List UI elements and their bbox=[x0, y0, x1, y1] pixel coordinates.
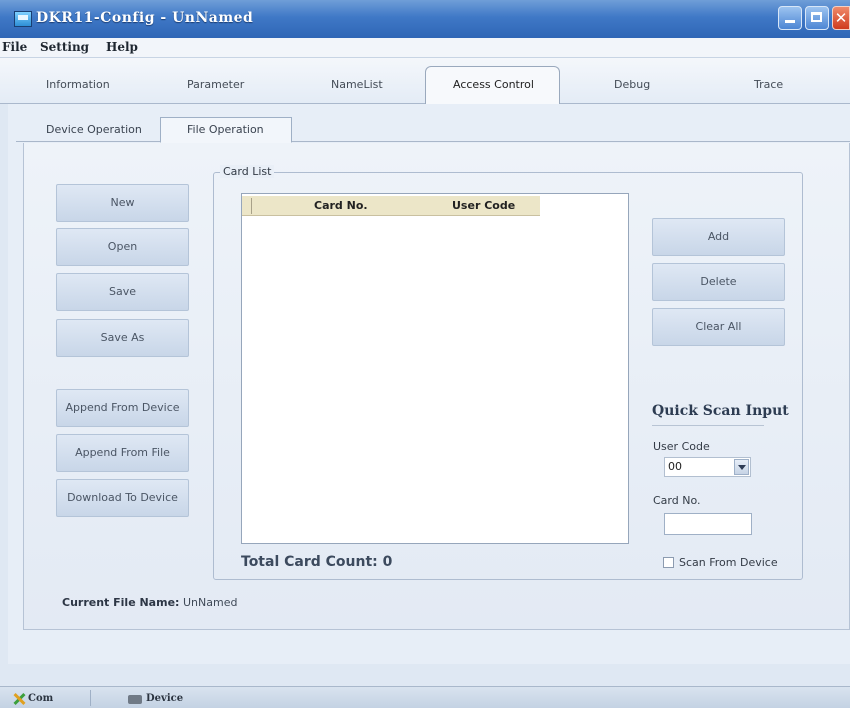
device-icon bbox=[128, 695, 142, 704]
user-code-value: 00 bbox=[668, 460, 682, 473]
append-from-file-button[interactable]: Append From File bbox=[56, 434, 189, 472]
tab-trace[interactable]: Trace bbox=[754, 78, 783, 91]
status-separator bbox=[90, 690, 91, 706]
append-from-device-button[interactable]: Append From Device bbox=[56, 389, 189, 427]
total-card-count: Total Card Count: 0 bbox=[241, 554, 392, 570]
maximize-button[interactable] bbox=[805, 6, 829, 30]
quick-scan-title: Quick Scan Input bbox=[652, 403, 789, 419]
tab-information[interactable]: Information bbox=[46, 78, 110, 91]
clear-all-button[interactable]: Clear All bbox=[652, 308, 785, 346]
quick-scan-divider bbox=[652, 425, 764, 426]
status-device: Device bbox=[146, 693, 184, 704]
tab-access-control[interactable]: Access Control bbox=[453, 78, 534, 91]
window-title: DKR11-Config - UnNamed bbox=[36, 10, 254, 26]
scan-from-device-checkbox[interactable] bbox=[663, 557, 674, 568]
current-file-name-label: Current File Name: bbox=[62, 596, 180, 609]
chevron-down-icon[interactable] bbox=[734, 459, 749, 475]
com-port-icon bbox=[14, 694, 24, 704]
save-as-button[interactable]: Save As bbox=[56, 319, 189, 357]
user-code-label: User Code bbox=[653, 440, 710, 453]
tab-debug[interactable]: Debug bbox=[614, 78, 650, 91]
current-file-name-value: UnNamed bbox=[183, 596, 238, 609]
scan-from-device-label[interactable]: Scan From Device bbox=[679, 556, 778, 569]
menu-setting[interactable]: Setting bbox=[40, 40, 89, 54]
app-icon bbox=[14, 11, 32, 27]
minimize-button[interactable] bbox=[778, 6, 802, 30]
column-header-user-code[interactable]: User Code bbox=[452, 199, 515, 212]
column-header-card-no[interactable]: Card No. bbox=[314, 199, 368, 212]
subtab-device-operation[interactable]: Device Operation bbox=[46, 123, 142, 136]
menu-file[interactable]: File bbox=[2, 40, 27, 54]
subtab-file-operation[interactable]: File Operation bbox=[187, 123, 264, 136]
card-no-label: Card No. bbox=[653, 494, 701, 507]
delete-button[interactable]: Delete bbox=[652, 263, 785, 301]
card-list-group-label: Card List bbox=[220, 165, 275, 178]
save-button[interactable]: Save bbox=[56, 273, 189, 311]
subtab-divider bbox=[16, 141, 850, 142]
total-card-count-value: 0 bbox=[382, 554, 393, 570]
total-card-count-label: Total Card Count: bbox=[241, 554, 378, 570]
status-com: Com bbox=[28, 693, 54, 704]
tab-namelist[interactable]: NameList bbox=[331, 78, 383, 91]
new-button[interactable]: New bbox=[56, 184, 189, 222]
open-button[interactable]: Open bbox=[56, 228, 189, 266]
menu-help[interactable]: Help bbox=[106, 40, 138, 54]
card-list-view[interactable] bbox=[241, 193, 629, 544]
card-no-input[interactable] bbox=[664, 513, 752, 535]
header-divider bbox=[251, 198, 252, 214]
close-button[interactable]: ✕ bbox=[832, 6, 850, 30]
add-button[interactable]: Add bbox=[652, 218, 785, 256]
download-to-device-button[interactable]: Download To Device bbox=[56, 479, 189, 517]
tab-parameter[interactable]: Parameter bbox=[187, 78, 244, 91]
